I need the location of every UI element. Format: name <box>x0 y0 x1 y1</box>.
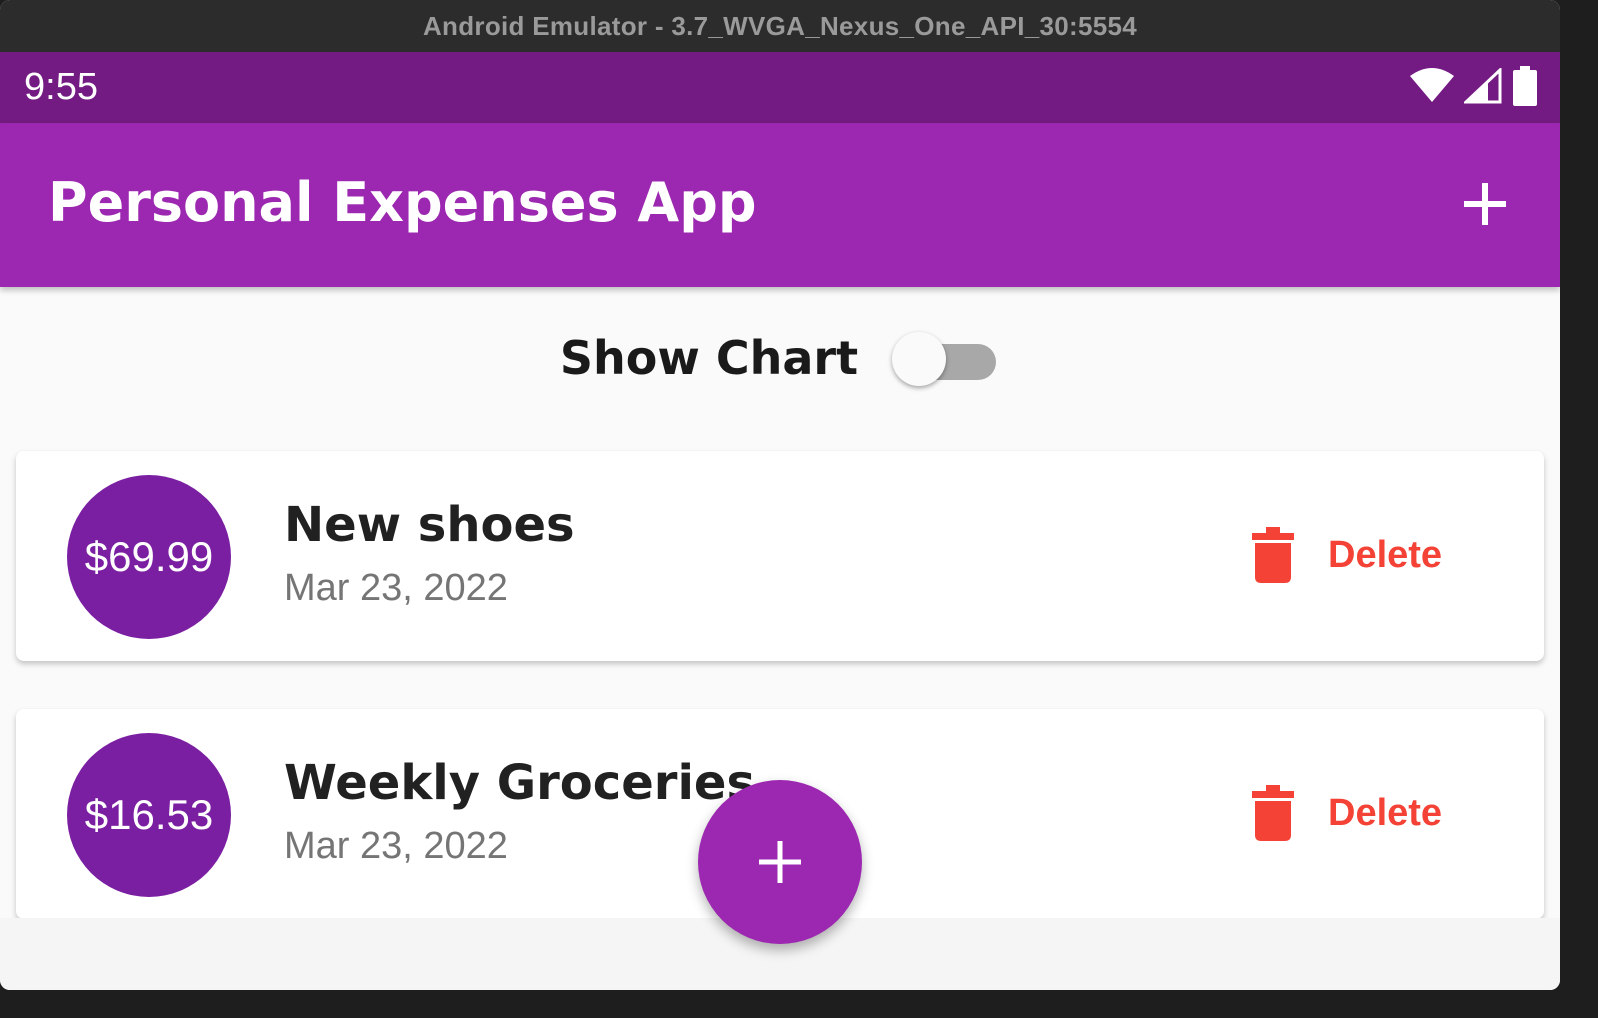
transaction-title: Weekly Groceries <box>284 755 756 811</box>
status-bar: 9:55 <box>0 52 1560 123</box>
add-transaction-button[interactable] <box>1462 181 1508 227</box>
delete-label: Delete <box>1328 533 1443 576</box>
battery-icon <box>1513 66 1537 106</box>
chart-toggle-row: Show Chart <box>0 322 1560 394</box>
app-bar: Personal Expenses App <box>0 123 1560 287</box>
switch-thumb <box>892 332 947 386</box>
floating-add-button[interactable] <box>698 780 862 944</box>
amount-avatar: $69.99 <box>67 475 231 639</box>
wifi-icon <box>1410 68 1454 102</box>
delete-label: Delete <box>1328 791 1443 834</box>
transaction-date: Mar 23, 2022 <box>284 825 508 867</box>
trash-icon <box>1252 785 1294 841</box>
amount-avatar: $16.53 <box>67 733 231 897</box>
window-titlebar: Android Emulator - 3.7_WVGA_Nexus_One_AP… <box>0 0 1560 52</box>
emulator-window: Android Emulator - 3.7_WVGA_Nexus_One_AP… <box>0 0 1560 990</box>
show-chart-label: Show Chart <box>559 331 859 385</box>
trash-icon <box>1252 527 1294 583</box>
amount-text: $69.99 <box>84 533 214 580</box>
transaction-card: $69.99 New shoes Mar 23, 2022 Delete <box>16 451 1544 661</box>
window-title: Android Emulator - 3.7_WVGA_Nexus_One_AP… <box>422 10 1138 41</box>
show-chart-switch[interactable] <box>892 328 1000 388</box>
status-time: 9:55 <box>24 66 98 108</box>
delete-button[interactable]: Delete <box>1250 785 1442 841</box>
add-icon <box>1464 183 1506 225</box>
delete-button[interactable]: Delete <box>1250 527 1442 583</box>
signal-icon <box>1464 68 1502 104</box>
amount-text: $16.53 <box>84 791 214 838</box>
add-icon <box>759 841 801 883</box>
status-icons <box>1410 66 1538 106</box>
transaction-title: New shoes <box>284 497 575 553</box>
transaction-date: Mar 23, 2022 <box>284 567 508 609</box>
app-title: Personal Expenses App <box>48 171 757 234</box>
